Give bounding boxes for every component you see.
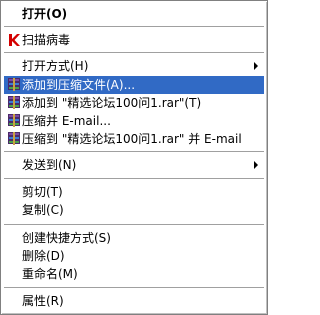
menu-item-open-label: 打开(O) [22, 7, 68, 21]
menu-item-rename-label: 重命名(M) [22, 267, 78, 281]
menu-item-cut-label: 剪切(T) [22, 185, 63, 199]
menu-item-create-shortcut[interactable]: 创建快捷方式(S) [4, 229, 264, 247]
menu-item-add-archive-label: 添加到压缩文件(A)... [22, 78, 136, 92]
submenu-arrow-icon [254, 62, 258, 70]
menu-separator [4, 287, 264, 289]
menu-item-compress-named-and-email[interactable]: 压缩到 "精选论坛100问1.rar" 并 E-mail [4, 130, 264, 148]
winrar-books-icon [7, 78, 21, 92]
winrar-books-icon [7, 132, 21, 146]
menu-item-add-named-label: 添加到 "精选论坛100问1.rar"(T) [22, 96, 202, 110]
kaspersky-k-icon [7, 33, 21, 47]
menu-item-open-with[interactable]: 打开方式(H) [4, 57, 264, 75]
menu-item-send-to[interactable]: 发送到(N) [4, 156, 264, 174]
menu-separator [4, 52, 264, 54]
winrar-books-icon [7, 96, 21, 110]
menu-item-properties[interactable]: 属性(R) [4, 292, 264, 310]
menu-separator [4, 224, 264, 226]
menu-separator [4, 26, 264, 28]
menu-item-open[interactable]: 打开(O) [4, 5, 264, 23]
menu-item-send-to-label: 发送到(N) [22, 158, 77, 172]
menu-item-delete-label: 删除(D) [22, 249, 65, 263]
menu-item-rename[interactable]: 重命名(M) [4, 265, 264, 283]
menu-item-cut[interactable]: 剪切(T) [4, 183, 264, 201]
menu-separator [4, 178, 264, 180]
winrar-books-icon [7, 114, 21, 128]
menu-item-scan-label: 扫描病毒 [22, 33, 71, 47]
menu-item-create-shortcut-label: 创建快捷方式(S) [22, 231, 111, 245]
menu-item-add-to-archive[interactable]: 添加到压缩文件(A)... [4, 76, 264, 94]
menu-item-properties-label: 属性(R) [22, 294, 64, 308]
submenu-arrow-icon [254, 161, 258, 169]
menu-item-open-with-label: 打开方式(H) [22, 59, 89, 73]
menu-item-copy-label: 复制(C) [22, 203, 64, 217]
menu-item-add-to-named-rar[interactable]: 添加到 "精选论坛100问1.rar"(T) [4, 94, 264, 112]
menu-item-delete[interactable]: 删除(D) [4, 247, 264, 265]
menu-item-compress-email-label: 压缩并 E-mail... [22, 114, 111, 128]
menu-item-compress-named-email-label: 压缩到 "精选论坛100问1.rar" 并 E-mail [22, 132, 242, 146]
menu-item-compress-and-email[interactable]: 压缩并 E-mail... [4, 112, 264, 130]
menu-item-scan-virus[interactable]: 扫描病毒 [4, 31, 264, 49]
menu-separator [4, 151, 264, 153]
menu-item-copy[interactable]: 复制(C) [4, 201, 264, 219]
context-menu: 打开(O) 扫描病毒 打开方式(H) 添加到压缩文件(A)... 添加到 "精选… [0, 0, 268, 315]
